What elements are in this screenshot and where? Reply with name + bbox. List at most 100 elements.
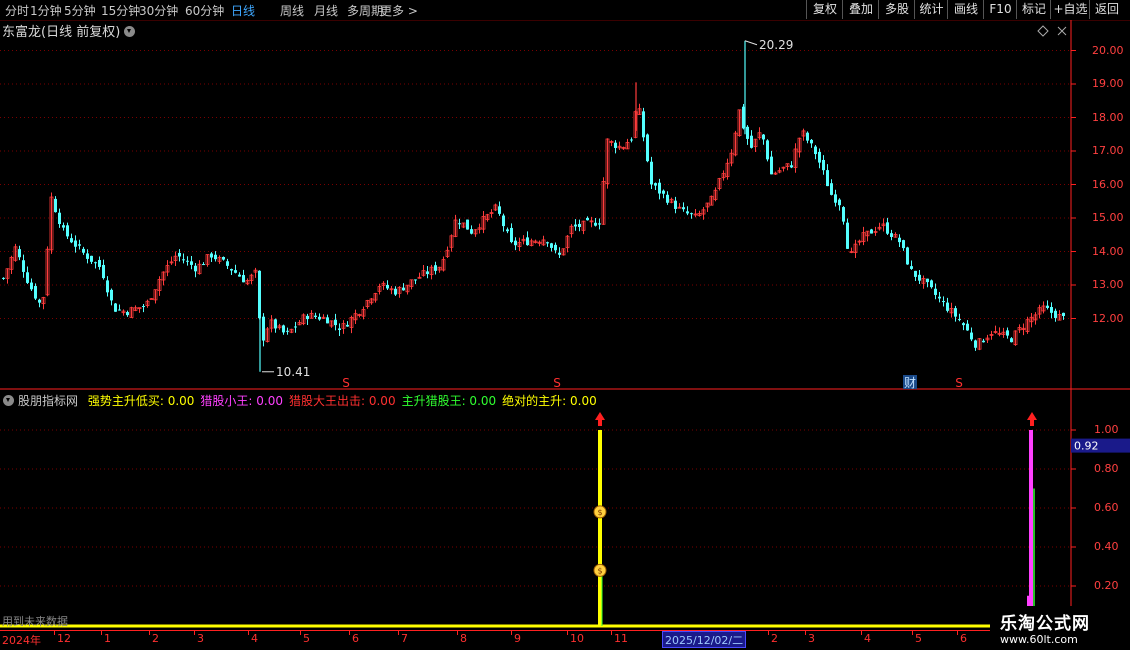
- candle-body: [510, 227, 513, 243]
- candle-body: [18, 249, 21, 258]
- candle-body: [202, 264, 205, 266]
- future-data-note: 用到未来数据: [2, 615, 68, 628]
- candle-body: [918, 274, 921, 281]
- indicator-axis-label: 0.40: [1094, 540, 1119, 553]
- money-bag-icon-glyph: $: [597, 508, 602, 517]
- money-bag-icon-glyph: $: [597, 566, 602, 575]
- candle-body: [58, 212, 61, 225]
- candle-body: [234, 270, 237, 273]
- candle-body: [182, 259, 185, 261]
- candle-body: [750, 135, 753, 148]
- cursor-date-label: 2025/12/02/二: [662, 631, 747, 648]
- candle-body: [110, 289, 113, 301]
- month-label: 5: [303, 632, 310, 645]
- indicator-chart[interactable]: 0.92 $ $: [0, 390, 1130, 630]
- candle-body: [662, 190, 665, 194]
- candle-body: [1046, 305, 1049, 308]
- month-tick: [912, 630, 913, 635]
- toolbar-button-0[interactable]: 复权: [806, 0, 843, 19]
- candle-body: [982, 340, 985, 343]
- month-label: 1: [104, 632, 111, 645]
- candle-body: [974, 340, 977, 348]
- candle-body: [958, 319, 961, 321]
- candle-body: [834, 194, 837, 203]
- candle-body: [62, 225, 65, 228]
- period-tab-2[interactable]: 5分钟: [64, 2, 96, 19]
- month-label: 7: [401, 632, 408, 645]
- candle-body: [142, 306, 145, 308]
- candle-body: [458, 223, 461, 225]
- toolbar-button-3[interactable]: 统计: [914, 0, 948, 19]
- candle-body: [594, 222, 597, 226]
- candle-body: [902, 240, 905, 249]
- toolbar-button-8[interactable]: 返回: [1089, 0, 1124, 19]
- month-tick: [805, 630, 806, 635]
- candle-body: [822, 159, 825, 171]
- candle-body: [82, 248, 85, 253]
- candle-body: [190, 261, 193, 265]
- candle-body: [558, 252, 561, 255]
- candlestick-chart[interactable]: 20.29 10.41 S S 财 S: [0, 20, 1130, 390]
- candle-body: [966, 323, 969, 331]
- candle-body: [1062, 312, 1065, 317]
- toolbar-button-2[interactable]: 多股: [878, 0, 915, 19]
- month-tick: [194, 630, 195, 635]
- candle-body: [630, 139, 633, 141]
- period-tab-5[interactable]: 60分钟: [185, 2, 224, 19]
- period-tab-9[interactable]: 多周期: [347, 2, 383, 19]
- high-pointer: [744, 40, 758, 46]
- period-tab-3[interactable]: 15分钟: [101, 2, 140, 19]
- month-label: 3: [197, 632, 204, 645]
- close-icon: [1057, 26, 1067, 36]
- candle-body: [546, 242, 549, 244]
- candle-body: [54, 198, 57, 213]
- month-label: 4: [251, 632, 258, 645]
- toolbar-button-5[interactable]: F10: [983, 0, 1017, 19]
- candle-body: [30, 282, 33, 290]
- period-tab-7[interactable]: 周线: [280, 2, 304, 19]
- candle-body: [66, 225, 69, 237]
- candle-body: [222, 256, 225, 260]
- period-tab-8[interactable]: 月线: [314, 2, 338, 19]
- price-label: 18.00: [1092, 110, 1124, 124]
- price-label: 20.00: [1092, 43, 1124, 57]
- candle-body: [654, 183, 657, 186]
- candle-body: [274, 319, 277, 329]
- signal-marker: S: [955, 376, 963, 390]
- toolbar-button-1[interactable]: 叠加: [842, 0, 879, 19]
- period-tab-0[interactable]: 分时: [5, 2, 29, 19]
- candle-body: [78, 244, 81, 246]
- price-label: 13.00: [1092, 278, 1124, 291]
- month-label: 12: [57, 632, 71, 645]
- month-label: 11: [614, 632, 628, 645]
- candle-body: [930, 280, 933, 288]
- candle-body: [70, 238, 73, 243]
- candle-body: [114, 303, 117, 312]
- period-tab-1[interactable]: 1分钟: [30, 2, 62, 19]
- candle-body: [846, 222, 849, 249]
- toolbar-button-6[interactable]: 标记: [1016, 0, 1051, 19]
- candle-body: [338, 328, 341, 330]
- candle-body: [666, 194, 669, 203]
- candle-body: [906, 247, 909, 265]
- candle-body: [970, 332, 973, 340]
- toolbar-button-7[interactable]: +自选: [1050, 0, 1090, 19]
- candle-body: [238, 274, 241, 277]
- period-tab-10[interactable]: 更多 >: [380, 2, 418, 19]
- diamond-icon: [1037, 25, 1049, 37]
- time-axis: 2024年 12 1 2 3 4 5 6 7 8 9 10 11 2 3 4 5 6 2025/12/02/二: [0, 630, 1130, 650]
- candle-body: [926, 278, 929, 283]
- candle-body: [214, 254, 217, 260]
- candle-body: [674, 200, 677, 209]
- candle-body: [962, 323, 965, 326]
- candle-body: [102, 264, 105, 279]
- candle-body: [1054, 310, 1057, 318]
- candle-body: [766, 140, 769, 160]
- candle-body: [1010, 338, 1013, 343]
- month-label: 9: [514, 632, 521, 645]
- candle-body: [646, 134, 649, 162]
- candle-body: [502, 215, 505, 227]
- period-tab-4[interactable]: 30分钟: [139, 2, 178, 19]
- toolbar-button-4[interactable]: 画线: [947, 0, 984, 19]
- period-tab-6[interactable]: 日线: [231, 2, 255, 19]
